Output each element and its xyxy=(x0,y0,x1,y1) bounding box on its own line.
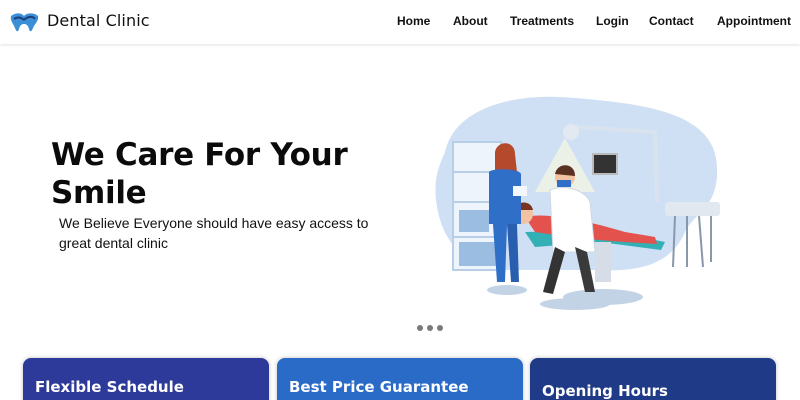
nav-login[interactable]: Login xyxy=(596,14,629,28)
nav-contact[interactable]: Contact xyxy=(649,14,694,28)
brand-name[interactable]: Dental Clinic xyxy=(47,11,150,30)
card-opening-hours[interactable]: Opening Hours xyxy=(530,358,776,400)
nav-home[interactable]: Home xyxy=(397,14,430,28)
carousel-dot[interactable] xyxy=(437,325,443,331)
hero-title: We Care For Your Smile xyxy=(51,137,348,211)
nav-appointment[interactable]: Appointment xyxy=(717,14,791,28)
card-best-price[interactable]: Best Price Guarantee xyxy=(277,358,523,400)
card-title: Opening Hours xyxy=(542,382,668,400)
hero-subtitle: We Believe Everyone should have easy acc… xyxy=(59,215,369,251)
nav-about[interactable]: About xyxy=(453,14,488,28)
carousel-dot[interactable] xyxy=(427,325,433,331)
tooth-icon[interactable] xyxy=(8,10,40,34)
card-flexible-schedule[interactable]: Flexible Schedule xyxy=(23,358,269,400)
card-title: Flexible Schedule xyxy=(35,378,184,396)
card-title: Best Price Guarantee xyxy=(289,378,469,396)
carousel-dot[interactable] xyxy=(417,325,423,331)
dentist-illustration-icon xyxy=(435,96,720,310)
site-header: Dental Clinic Home About Treatments Logi… xyxy=(0,0,800,44)
nav-treatments[interactable]: Treatments xyxy=(510,14,574,28)
